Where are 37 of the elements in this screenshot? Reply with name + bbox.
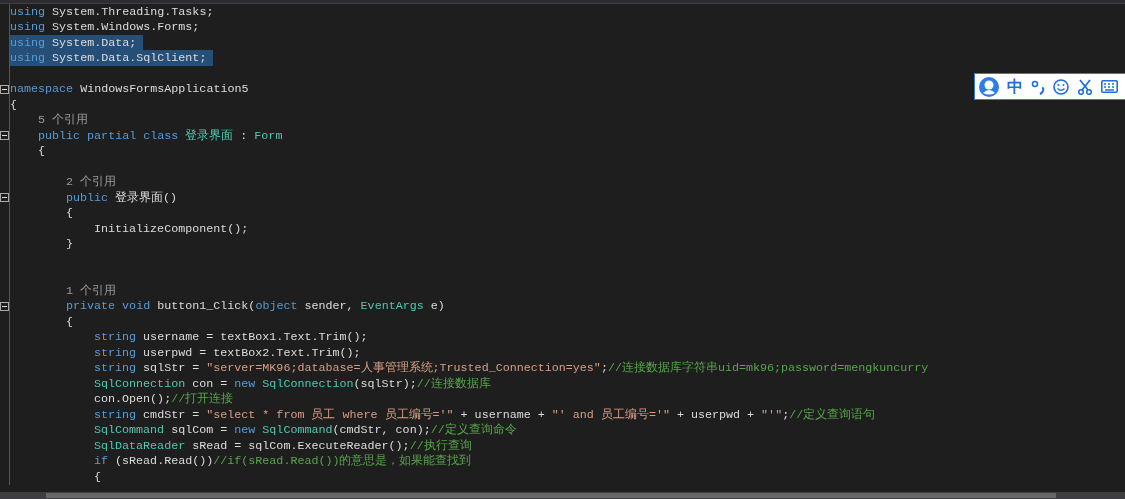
avatar-icon[interactable]: [979, 76, 999, 97]
collapse-icon[interactable]: [0, 193, 9, 203]
collapse-icon[interactable]: [0, 131, 9, 141]
code-line: string cmdStr = "select * from 员工 where 员工编号='" + username + "' and 员工编号='" + userpwd + "'";//定义查询语句: [94, 406, 876, 423]
code-line: public partial class 登录界面 : Form: [38, 127, 283, 144]
reference-count[interactable]: 5 个引用: [38, 112, 89, 129]
punctuation-icon[interactable]: [1031, 78, 1045, 95]
code-line: namespace WindowsFormsApplication5: [10, 81, 249, 98]
code-line: SqlConnection con = new SqlConnection(sqlStr);//连接数据库: [94, 375, 491, 392]
keyboard-icon[interactable]: [1101, 80, 1118, 93]
code-line: SqlDataReader sRead = sqlCom.ExecuteReader();//执行查询: [94, 437, 472, 454]
code-line: string sqlStr = "server=MK96;database=人事管理系统;Trusted_Connection=yes";//连接数据库字符串uid=mk96;password=mengkuncurry: [94, 360, 929, 377]
collapse-icon[interactable]: [0, 84, 9, 94]
scissors-icon[interactable]: [1077, 78, 1093, 95]
smiley-icon[interactable]: [1053, 78, 1069, 95]
code-line: private void button1_Click(object sender, EventArgs e): [66, 298, 445, 315]
code-line: }: [66, 236, 73, 253]
code-line: public 登录界面(): [66, 189, 178, 206]
horizontal-scrollbar[interactable]: [0, 492, 1125, 499]
scrollbar-thumb[interactable]: [46, 493, 1056, 498]
code-line: if (sRead.Read())//if(sRead.Read())的意思是，如果能查找到: [94, 453, 472, 470]
reference-count[interactable]: 2 个引用: [66, 174, 117, 191]
code-line: {: [94, 468, 101, 485]
code-line: {: [66, 205, 73, 222]
collapse-icon[interactable]: [0, 301, 9, 311]
code-line: string username = textBox1.Text.Trim();: [94, 329, 368, 346]
code-line: {: [38, 143, 45, 160]
code-line: SqlCommand sqlCom = new SqlCommand(cmdStr, con);//定义查询命令: [94, 422, 517, 439]
code-line: {: [10, 96, 17, 113]
code-line: using System.Threading.Tasks;: [10, 4, 214, 20]
reference-count[interactable]: 1 个引用: [66, 282, 117, 299]
code-line: {: [66, 313, 73, 330]
code-line: con.Open();//打开连接: [94, 391, 234, 408]
code-line: using System.Windows.Forms;: [10, 19, 200, 36]
code-line: string userpwd = textBox2.Text.Trim();: [94, 344, 361, 361]
code-line: InitializeComponent();: [94, 220, 249, 237]
input-mode-toggle[interactable]: 中: [1007, 78, 1023, 95]
